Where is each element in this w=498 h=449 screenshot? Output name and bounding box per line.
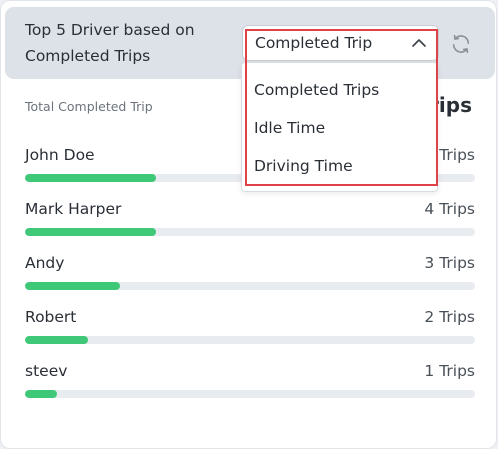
driver-trip-count: Trips [439, 146, 475, 164]
driver-name: Andy [25, 254, 65, 272]
top-drivers-card: Top 5 Driver based on Completed Trips To… [0, 0, 497, 449]
progress-track [25, 282, 475, 290]
driver-row: Mark Harper 4 Trips [25, 200, 475, 240]
progress-fill [25, 228, 156, 236]
driver-trip-count: 2 Trips [424, 308, 475, 326]
driver-trip-count: 3 Trips [424, 254, 475, 272]
refresh-icon[interactable] [448, 31, 474, 57]
progress-fill [25, 174, 156, 182]
progress-track [25, 390, 475, 398]
chevron-up-icon [410, 35, 428, 51]
progress-fill [25, 336, 88, 344]
driver-row: Andy 3 Trips [25, 254, 475, 294]
dropdown-option-completed-trips[interactable]: Completed Trips [254, 76, 429, 104]
driver-name: steev [25, 362, 68, 380]
progress-track [25, 228, 475, 236]
dropdown-option-idle-time[interactable]: Idle Time [254, 114, 429, 142]
progress-fill [25, 282, 120, 290]
driver-name: Robert [25, 308, 77, 326]
progress-track [25, 336, 475, 344]
driver-trip-count: 4 Trips [424, 200, 475, 218]
driver-name: John Doe [25, 146, 95, 164]
dropdown-option-driving-time[interactable]: Driving Time [254, 152, 429, 180]
driver-name: Mark Harper [25, 200, 122, 218]
metric-select-value: Completed Trip [255, 34, 373, 52]
metric-select[interactable]: Completed Trip [242, 25, 439, 61]
metric-dropdown-menu: Completed Trips Idle Time Driving Time [241, 62, 438, 192]
driver-row: Robert 2 Trips [25, 308, 475, 348]
progress-fill [25, 390, 57, 398]
card-title: Top 5 Driver based on Completed Trips [25, 21, 195, 65]
total-label: Total Completed Trip [25, 99, 153, 114]
driver-trip-count: 1 Trips [424, 362, 475, 380]
driver-row: steev 1 Trips [25, 362, 475, 402]
